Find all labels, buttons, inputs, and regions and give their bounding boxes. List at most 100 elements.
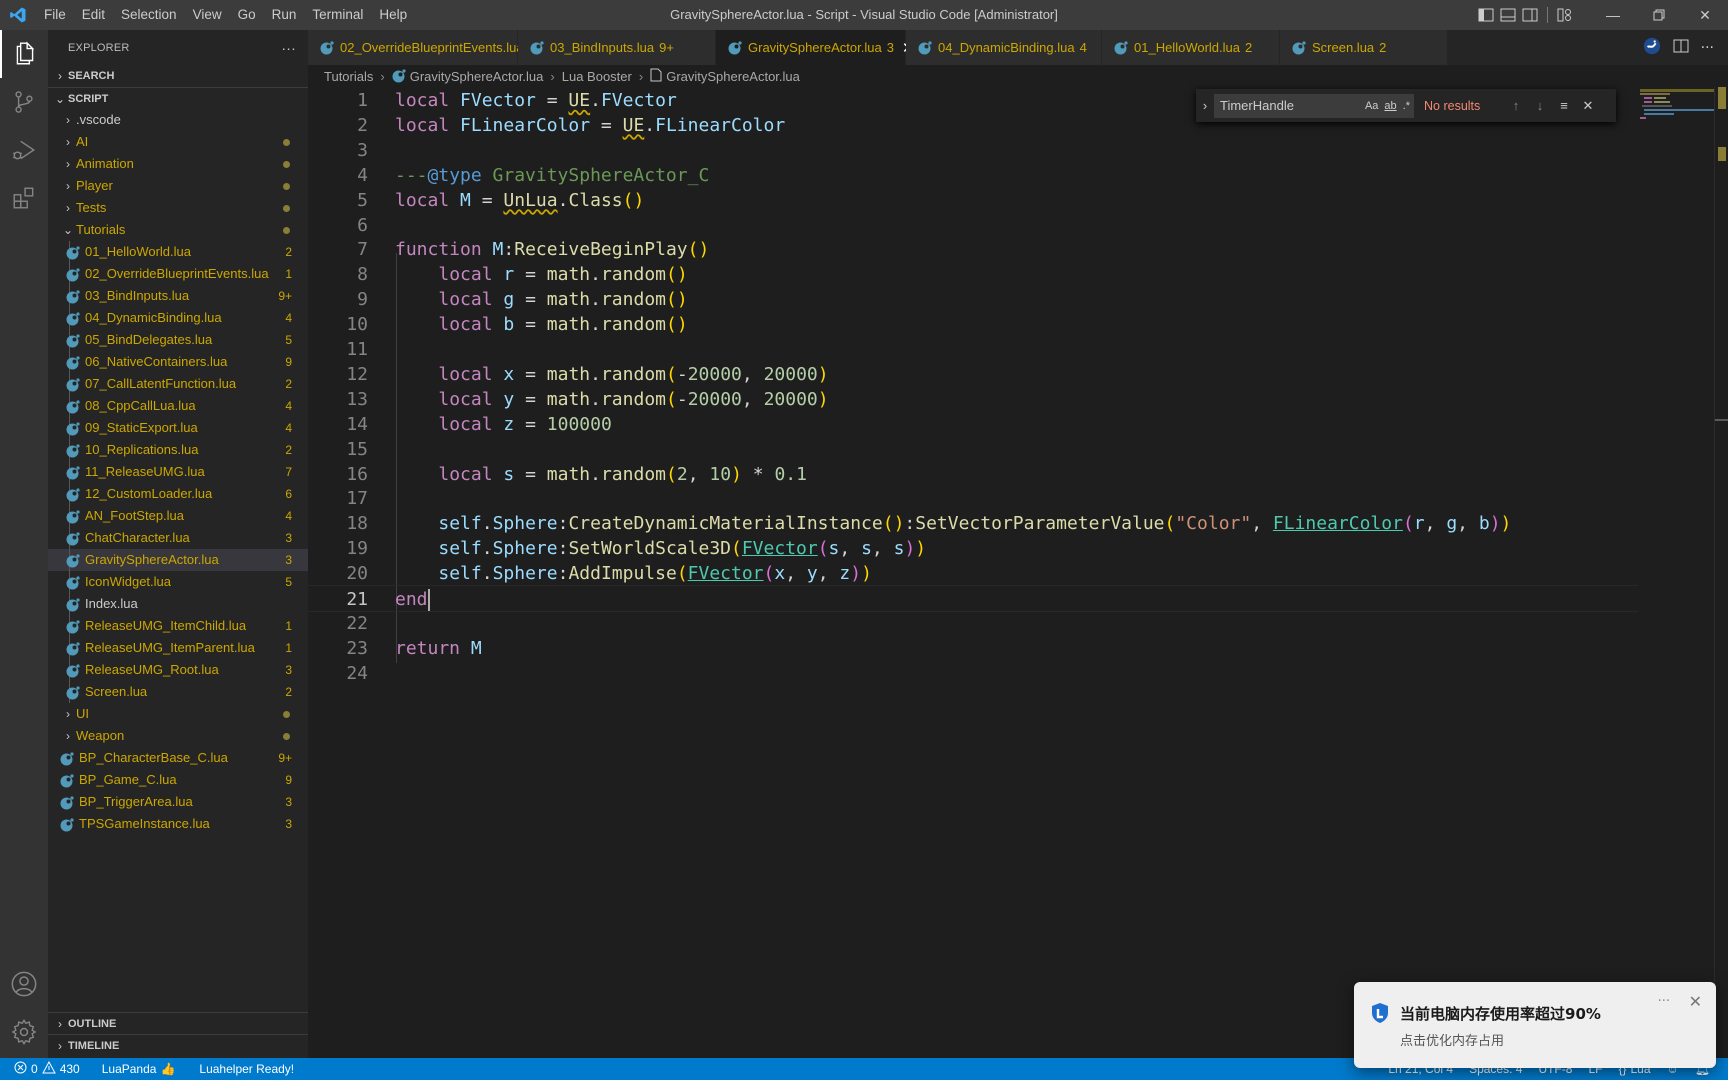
- tree-file[interactable]: IconWidget.lua 5: [48, 571, 308, 593]
- previous-match-icon[interactable]: ↑: [1504, 98, 1528, 113]
- tree-folder[interactable]: › Animation: [48, 153, 308, 175]
- code-line[interactable]: 20 self.Sphere:AddImpulse(FVector(x, y, …: [308, 560, 1638, 587]
- toggle-secondary-sidebar-icon[interactable]: [1519, 0, 1541, 30]
- problems-indicator[interactable]: 0 430: [0, 1060, 88, 1077]
- menu-help[interactable]: Help: [371, 0, 415, 30]
- whole-word-toggle[interactable]: ab: [1384, 100, 1396, 112]
- lua-booster-icon[interactable]: [1643, 37, 1661, 59]
- tree-file[interactable]: 09_StaticExport.lua 4: [48, 417, 308, 439]
- code-line[interactable]: 16 local s = math.random(2, 10) * 0.1: [308, 461, 1638, 488]
- tree-file[interactable]: ReleaseUMG_Root.lua 3: [48, 659, 308, 681]
- code-line[interactable]: 21 end: [308, 585, 1638, 612]
- tree-file[interactable]: ReleaseUMG_ItemChild.lua 1: [48, 615, 308, 637]
- next-match-icon[interactable]: ↓: [1528, 98, 1552, 113]
- tree-file[interactable]: BP_TriggerArea.lua 3: [48, 791, 308, 813]
- more-actions-button[interactable]: ···: [281, 40, 296, 56]
- source-control-icon[interactable]: [0, 78, 48, 126]
- search-section-header[interactable]: › SEARCH: [48, 65, 308, 87]
- match-case-toggle[interactable]: Aa: [1365, 100, 1378, 112]
- code-line[interactable]: 17: [308, 485, 1638, 512]
- close-window-button[interactable]: ✕: [1682, 0, 1728, 30]
- tab-03-bindinputs[interactable]: 03_BindInputs.lua 9+: [518, 30, 716, 65]
- code-editor[interactable]: 1 local FVector = UE.FVector 2 local FLinea…: [308, 87, 1728, 1058]
- tree-file[interactable]: 10_Replications.lua 2: [48, 439, 308, 461]
- code-line[interactable]: 5 local M = UnLua.Class(): [308, 187, 1638, 214]
- extensions-icon[interactable]: [0, 174, 48, 222]
- menu-file[interactable]: File: [36, 0, 74, 30]
- tab-01-helloworld[interactable]: 01_HelloWorld.lua 2: [1102, 30, 1280, 65]
- tree-file[interactable]: 12_CustomLoader.lua 6: [48, 483, 308, 505]
- tree-file[interactable]: 01_HelloWorld.lua 2: [48, 241, 308, 263]
- tree-file[interactable]: 06_NativeContainers.lua 9: [48, 351, 308, 373]
- code-line[interactable]: 11: [308, 336, 1638, 363]
- menu-edit[interactable]: Edit: [74, 0, 113, 30]
- more-actions-icon[interactable]: ···: [1701, 40, 1714, 56]
- split-editor-icon[interactable]: [1673, 38, 1689, 58]
- tree-file[interactable]: Screen.lua 2: [48, 681, 308, 703]
- code-line[interactable]: 23 return M: [308, 635, 1638, 662]
- notification-message[interactable]: 点击优化内存占用: [1400, 1030, 1504, 1049]
- customize-layout-icon[interactable]: [1554, 0, 1576, 30]
- code-line[interactable]: 9 local g = math.random(): [308, 286, 1638, 313]
- code-line[interactable]: 18 self.Sphere:CreateDynamicMaterialInst…: [308, 510, 1638, 537]
- find-input[interactable]: TimerHandle Aa ab .*: [1214, 93, 1414, 118]
- tree-folder[interactable]: › Tests: [48, 197, 308, 219]
- tree-file[interactable]: ChatCharacter.lua 3: [48, 527, 308, 549]
- luahelper-status[interactable]: Luahelper Ready!: [191, 1062, 302, 1076]
- breadcrumb-file[interactable]: GravitySphereActor.lua: [410, 69, 544, 84]
- luapanda-status[interactable]: LuaPanda 👍: [94, 1062, 184, 1076]
- tree-folder[interactable]: › Player: [48, 175, 308, 197]
- minimap[interactable]: [1638, 87, 1714, 1058]
- notification-close-button[interactable]: ✕: [1689, 992, 1702, 1011]
- tree-folder[interactable]: › UI: [48, 703, 308, 725]
- breadcrumb-symbol[interactable]: GravitySphereActor.lua: [666, 69, 800, 84]
- notification-more-button[interactable]: ···: [1658, 994, 1670, 1009]
- tree-folder[interactable]: › .vscode: [48, 109, 308, 131]
- tree-file[interactable]: 03_BindInputs.lua 9+: [48, 285, 308, 307]
- code-line[interactable]: 24: [308, 660, 1638, 687]
- toggle-replace-icon[interactable]: ›: [1196, 98, 1214, 113]
- settings-gear-icon[interactable]: [0, 1008, 48, 1056]
- code-line[interactable]: 19 self.Sphere:SetWorldScale3D(FVector(s…: [308, 535, 1638, 562]
- tree-file[interactable]: 04_DynamicBinding.lua 4: [48, 307, 308, 329]
- explorer-icon[interactable]: [0, 30, 48, 78]
- code-line[interactable]: 7 function M:ReceiveBeginPlay(): [308, 236, 1638, 263]
- close-find-icon[interactable]: ✕: [1576, 98, 1600, 114]
- menu-view[interactable]: View: [185, 0, 230, 30]
- tree-folder[interactable]: ⌄ Tutorials: [48, 219, 308, 241]
- tab-screen[interactable]: Screen.lua 2: [1280, 30, 1448, 65]
- toggle-panel-icon[interactable]: [1497, 0, 1519, 30]
- tree-file[interactable]: BP_Game_C.lua 9: [48, 769, 308, 791]
- code-line[interactable]: 8 local r = math.random(): [308, 261, 1638, 288]
- timeline-section-header[interactable]: › TIMELINE: [48, 1034, 308, 1056]
- tab-04-dynamicbinding[interactable]: 04_DynamicBinding.lua 4: [906, 30, 1102, 65]
- memory-notification[interactable]: 当前电脑内存使用率超过90% 点击优化内存占用 ··· ✕: [1354, 982, 1716, 1068]
- code-line[interactable]: 13 local y = math.random(-20000, 20000): [308, 386, 1638, 413]
- vertical-scrollbar[interactable]: [1714, 87, 1728, 1058]
- code-line[interactable]: 6: [308, 212, 1638, 239]
- tree-file[interactable]: 11_ReleaseUMG.lua 7: [48, 461, 308, 483]
- code-line[interactable]: 3: [308, 137, 1638, 164]
- restore-button[interactable]: [1636, 0, 1682, 30]
- tree-file[interactable]: GravitySphereActor.lua 3: [48, 549, 308, 571]
- tab-02-overrideblueprintevents[interactable]: 02_OverrideBlueprintEvents.lua1: [308, 30, 536, 65]
- outline-section-header[interactable]: › OUTLINE: [48, 1012, 308, 1034]
- run-debug-icon[interactable]: [0, 126, 48, 174]
- tree-file[interactable]: TPSGameInstance.lua 3: [48, 813, 308, 835]
- tree-file[interactable]: Index.lua: [48, 593, 308, 615]
- script-section-header[interactable]: ⌄ SCRIPT: [48, 87, 308, 109]
- menu-run[interactable]: Run: [264, 0, 305, 30]
- breadcrumb-symbol-root[interactable]: Lua Booster: [562, 69, 632, 84]
- menu-go[interactable]: Go: [230, 0, 264, 30]
- code-line[interactable]: 15: [308, 436, 1638, 463]
- regex-toggle[interactable]: .*: [1403, 100, 1410, 112]
- tree-folder[interactable]: › AI: [48, 131, 308, 153]
- code-line[interactable]: 12 local x = math.random(-20000, 20000): [308, 361, 1638, 388]
- tree-file[interactable]: 07_CallLatentFunction.lua 2: [48, 373, 308, 395]
- code-line[interactable]: 10 local b = math.random(): [308, 311, 1638, 338]
- tree-folder[interactable]: › Weapon: [48, 725, 308, 747]
- tree-file[interactable]: 08_CppCallLua.lua 4: [48, 395, 308, 417]
- tree-file[interactable]: 05_BindDelegates.lua 5: [48, 329, 308, 351]
- code-line[interactable]: 14 local z = 100000: [308, 411, 1638, 438]
- tab-gravitysphereactor[interactable]: GravitySphereActor.lua3✕: [716, 30, 915, 65]
